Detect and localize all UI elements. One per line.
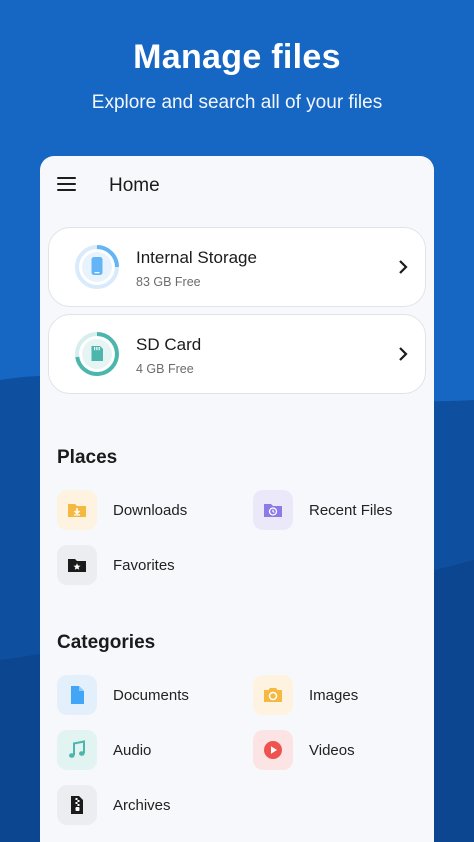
chevron-right-icon: [399, 260, 408, 274]
internal-storage-card[interactable]: Internal Storage 83 GB Free: [48, 227, 426, 307]
storage-name: SD Card: [136, 335, 202, 354]
storage-free: 4 GB Free: [136, 362, 194, 376]
category-item-audio[interactable]: Audio: [57, 730, 237, 774]
app-bar: Home: [40, 156, 434, 216]
sd-card-card[interactable]: SD Card 4 GB Free: [48, 314, 426, 394]
category-item-label: Audio: [113, 742, 152, 759]
places-heading: Places: [57, 447, 118, 468]
places-item-label: Recent Files: [309, 502, 393, 519]
page-title: Home: [109, 175, 160, 196]
camera-icon: [253, 675, 293, 715]
places-item-favorites[interactable]: Favorites: [57, 545, 237, 589]
places-item-label: Downloads: [113, 502, 188, 519]
star-folder-icon: [57, 545, 97, 585]
chevron-right-icon: [399, 347, 408, 361]
places-item-recent-files[interactable]: Recent Files: [253, 490, 423, 534]
document-icon: [57, 675, 97, 715]
category-item-label: Archives: [113, 797, 171, 814]
places-item-downloads[interactable]: Downloads: [57, 490, 237, 534]
storage-usage-ring: [75, 332, 119, 376]
places-item-label: Favorites: [113, 557, 175, 574]
category-item-label: Documents: [113, 687, 189, 704]
promo-title: Manage files: [133, 38, 341, 76]
music-note-icon: [57, 730, 97, 770]
promo-subtitle: Explore and search all of your files: [91, 92, 383, 113]
categories-heading: Categories: [57, 632, 156, 653]
category-item-images[interactable]: Images: [253, 675, 423, 719]
category-item-label: Videos: [309, 742, 355, 759]
storage-name: Internal Storage: [136, 248, 257, 267]
app-screen: Home Internal Storage 83 GB Free SD Card…: [40, 156, 434, 842]
category-item-videos[interactable]: Videos: [253, 730, 423, 774]
category-item-archives[interactable]: Archives: [57, 785, 237, 829]
download-folder-icon: [57, 490, 97, 530]
category-item-label: Images: [309, 687, 359, 704]
play-icon: [253, 730, 293, 770]
recent-folder-icon: [253, 490, 293, 530]
category-item-documents[interactable]: Documents: [57, 675, 237, 719]
storage-usage-ring: [75, 245, 119, 289]
storage-free: 83 GB Free: [136, 275, 201, 289]
menu-icon[interactable]: [57, 177, 77, 193]
archive-icon: [57, 785, 97, 825]
